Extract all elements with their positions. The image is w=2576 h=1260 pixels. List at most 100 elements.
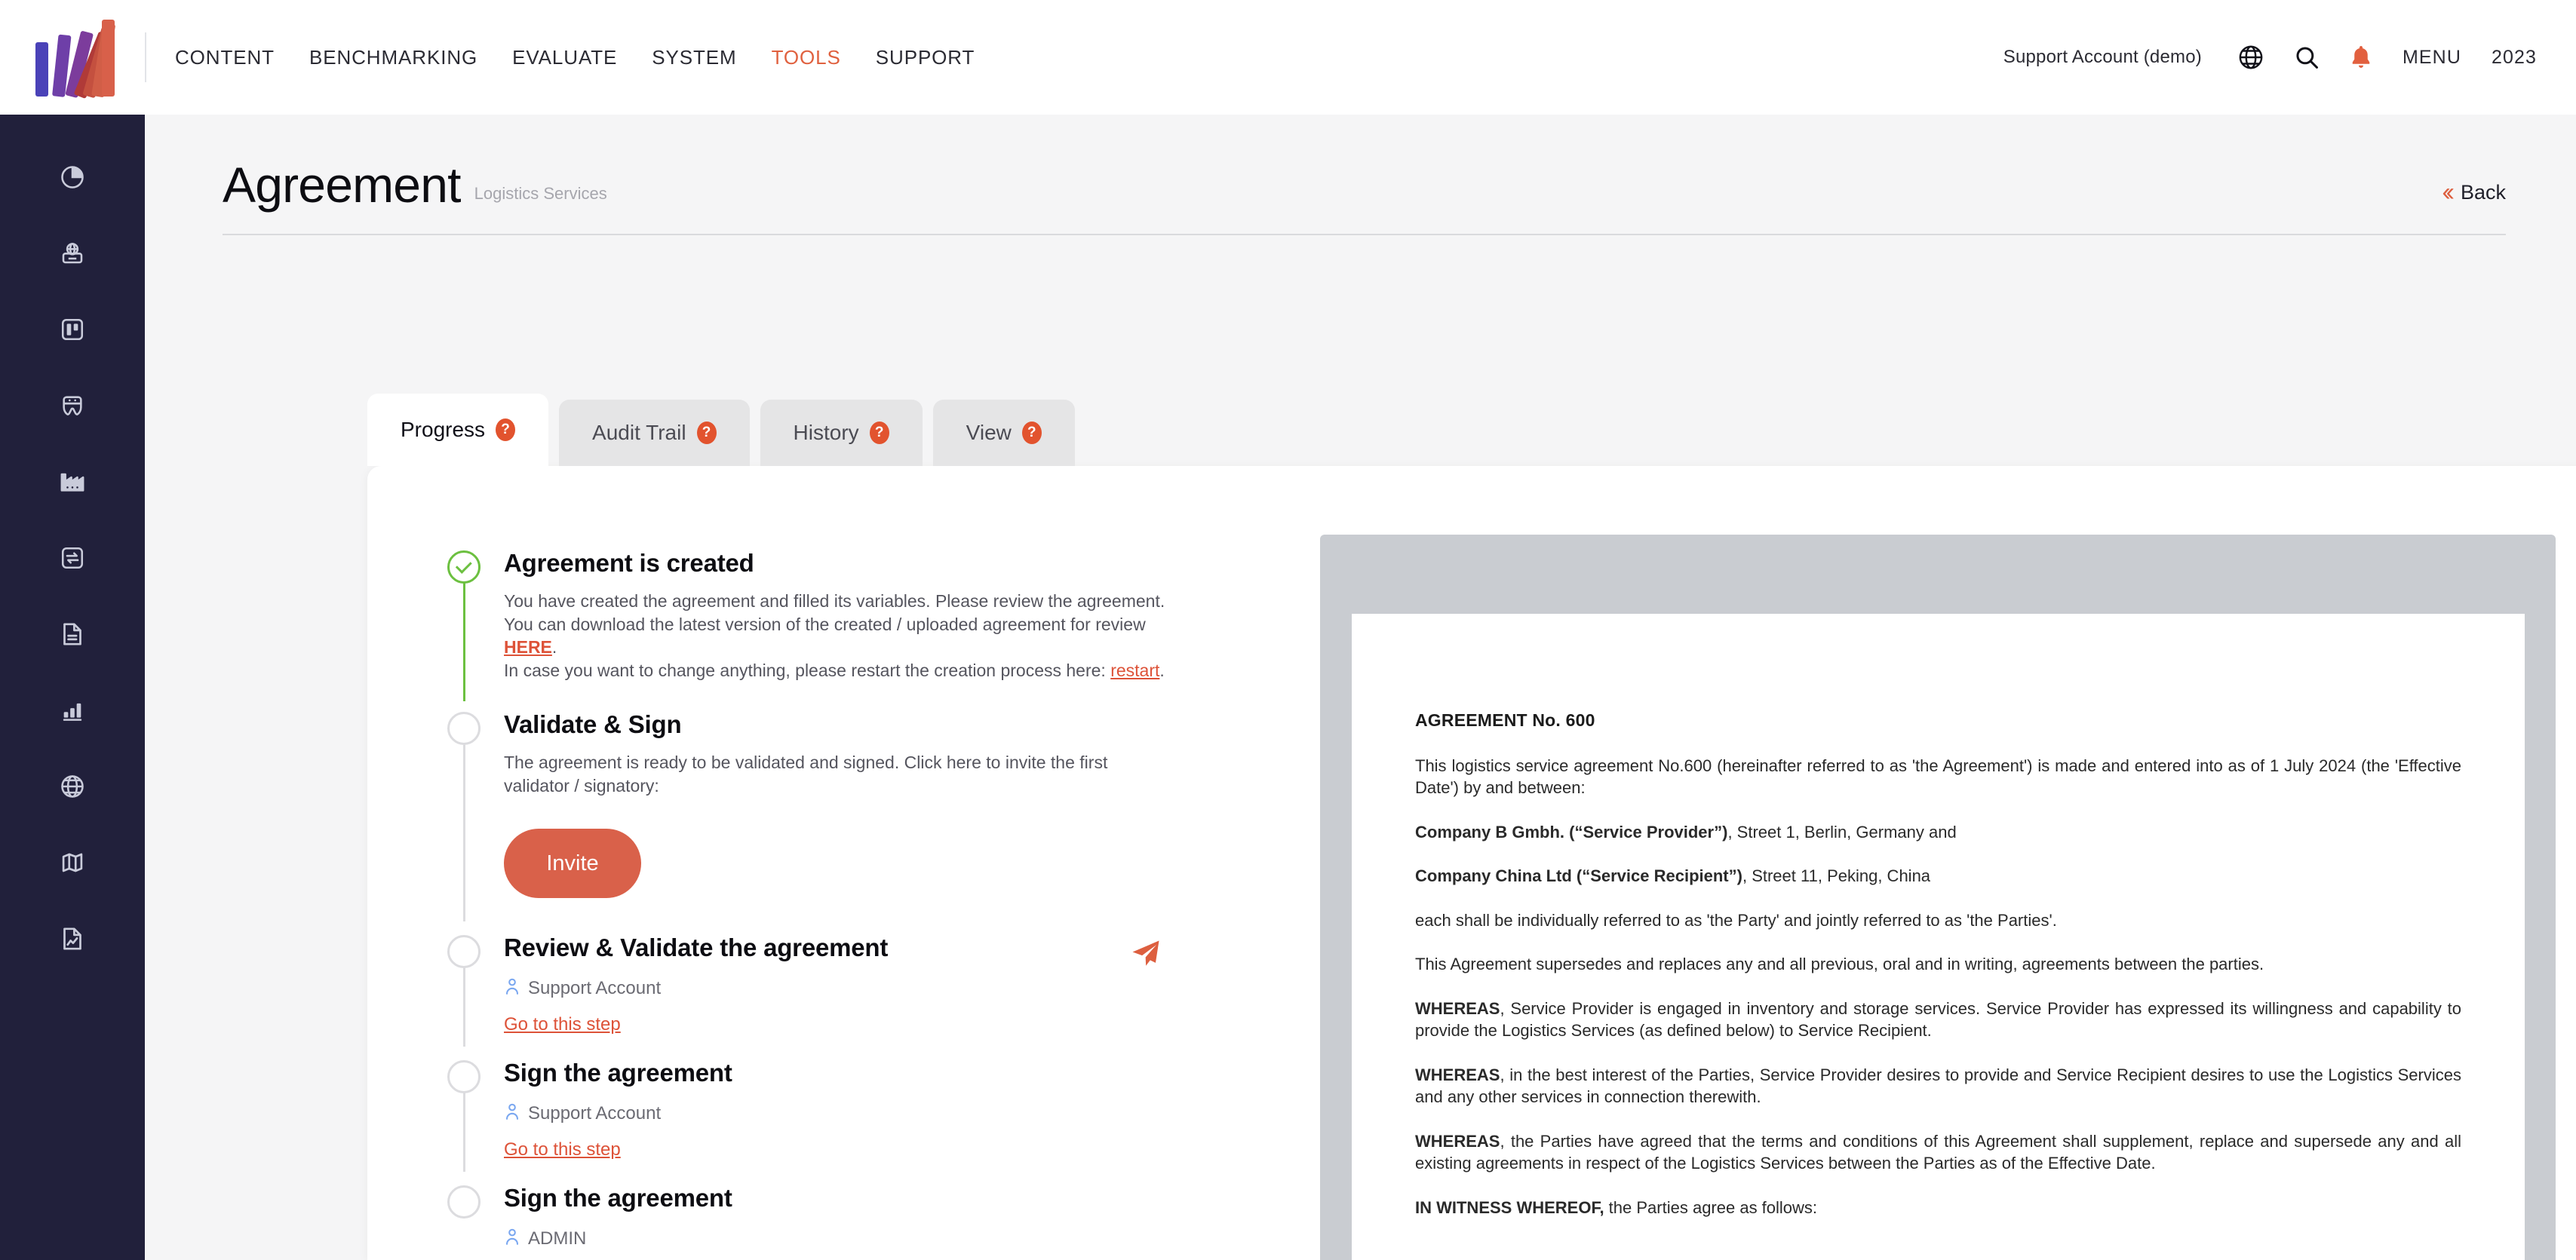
left-sidebar	[0, 115, 145, 1260]
map-icon	[59, 850, 86, 875]
step-review-validate: Review & Validate the agreement Support …	[447, 934, 1202, 1047]
double-chevron-left-icon: ‹‹	[2442, 178, 2454, 207]
sidebar-item-document[interactable]	[49, 614, 96, 655]
progress-step-list: Agreement is created You have created th…	[447, 549, 1202, 1260]
bell-icon[interactable]	[2350, 44, 2372, 70]
globe-icon	[59, 773, 86, 800]
invite-button[interactable]: Invite	[504, 829, 641, 899]
document-paragraph: WHEREAS, the Parties have agreed that th…	[1415, 1130, 2461, 1175]
header-divider	[223, 234, 2506, 235]
sidebar-item-globe[interactable]	[49, 766, 96, 807]
sidebar-item-board[interactable]	[49, 309, 96, 350]
document-viewer[interactable]: AGREEMENT No. 600 This logistics service…	[1320, 535, 2556, 1260]
year-selector[interactable]: 2023	[2492, 47, 2537, 69]
step-title: Review & Validate the agreement	[504, 934, 889, 961]
step-assignee: Support Account	[504, 1102, 1202, 1126]
sidebar-item-passport[interactable]	[49, 233, 96, 274]
nav-item-system[interactable]: SYSTEM	[652, 46, 736, 69]
nav-item-tools[interactable]: TOOLS	[772, 46, 841, 69]
step-sign-support-account: Sign the agreement Support Account Go to…	[447, 1059, 1202, 1172]
sidebar-item-map[interactable]	[49, 842, 96, 883]
sidebar-item-document-chart[interactable]	[49, 918, 96, 959]
step-assignee-name: Support Account	[528, 978, 662, 999]
step-agreement-created: Agreement is created You have created th…	[447, 549, 1202, 701]
step-connector	[463, 967, 465, 1047]
menu-button[interactable]: MENU	[2403, 47, 2461, 69]
step-description-line-3: In case you want to change anything, ple…	[504, 660, 1111, 680]
go-to-step-link[interactable]: Go to this step	[504, 1139, 621, 1160]
step-title: Sign the agreement	[504, 1184, 732, 1212]
step-title: Validate & Sign	[504, 710, 682, 738]
tab-history[interactable]: History ?	[760, 400, 923, 466]
search-icon[interactable]	[2294, 44, 2320, 70]
progress-card: Agreement is created You have created th…	[367, 466, 2576, 1260]
main-nav: CONTENT BENCHMARKING EVALUATE SYSTEM TOO…	[175, 46, 975, 69]
app-logo[interactable]	[0, 0, 145, 115]
tab-progress[interactable]: Progress ?	[367, 394, 549, 466]
sidebar-item-transfer[interactable]	[49, 538, 96, 578]
step-description: You have created the agreement and fille…	[504, 590, 1175, 682]
page-title: Agreement	[223, 157, 461, 213]
tab-view[interactable]: View ?	[932, 400, 1075, 466]
nav-item-support[interactable]: SUPPORT	[876, 46, 975, 69]
document-paragraph-text: , Street 11, Peking, China	[1742, 866, 1931, 886]
step-sign-admin: Sign the agreement ADMIN Go to this step	[447, 1184, 1202, 1260]
help-icon[interactable]: ?	[696, 422, 717, 444]
logo-bars-icon	[31, 18, 116, 100]
document-paragraph-bold: WHEREAS	[1415, 1065, 1500, 1084]
user-icon	[504, 977, 520, 1001]
page-subtitle: Logistics Services	[474, 184, 607, 203]
document-paragraph-text: , in the best interest of the Parties, S…	[1415, 1065, 2461, 1107]
document-chart-icon	[60, 925, 85, 952]
document-paragraph: WHEREAS, in the best interest of the Par…	[1415, 1064, 2461, 1108]
download-here-link[interactable]: HERE	[504, 637, 552, 657]
document-paragraph: IN WITNESS WHEREOF, the Parties agree as…	[1415, 1197, 2461, 1219]
globe-icon[interactable]	[2238, 44, 2264, 70]
transfer-icon	[60, 545, 85, 571]
step-connector	[463, 582, 465, 701]
help-icon[interactable]: ?	[1021, 422, 1042, 444]
back-button[interactable]: ‹‹ Back	[2442, 179, 2506, 205]
step-status-icon-pending	[447, 712, 481, 745]
user-icon	[504, 1102, 520, 1126]
tab-audit-trail[interactable]: Audit Trail ?	[559, 400, 750, 466]
step-description-line-2-end: .	[551, 637, 557, 658]
document-icon	[60, 621, 85, 648]
document-paragraph: WHEREAS, Service Provider is engaged in …	[1415, 998, 2461, 1042]
sidebar-item-bar-chart[interactable]	[49, 690, 96, 731]
passport-globe-icon	[59, 240, 86, 267]
document-paragraph: Company China Ltd (“Service Recipient”),…	[1415, 865, 2461, 887]
document-heading: AGREEMENT No. 600	[1415, 710, 1595, 730]
sidebar-item-factory[interactable]	[49, 461, 96, 502]
top-bar-actions: Support Account (demo) MENU 2023	[2003, 44, 2576, 70]
paper-plane-icon[interactable]	[1130, 938, 1162, 973]
step-description: The agreement is ready to be validated a…	[504, 752, 1108, 796]
sidebar-item-archive[interactable]	[49, 385, 96, 426]
step-description-line-3-end: .	[1159, 660, 1165, 680]
user-icon	[504, 1228, 520, 1251]
nav-item-content[interactable]: CONTENT	[175, 46, 275, 69]
go-to-step-link[interactable]: Go to this step	[504, 1014, 621, 1035]
step-description-line-2: You can download the latest version of t…	[504, 614, 1146, 634]
nav-divider	[145, 32, 146, 82]
tab-history-label: History	[793, 421, 859, 444]
document-paragraph-bold: WHEREAS	[1415, 1131, 1500, 1151]
document-page: AGREEMENT No. 600 This logistics service…	[1352, 614, 2525, 1260]
help-icon[interactable]: ?	[496, 418, 516, 441]
board-icon	[60, 317, 85, 342]
sidebar-item-pie-chart[interactable]	[49, 157, 96, 198]
archive-box-icon	[59, 393, 86, 418]
nav-item-evaluate[interactable]: EVALUATE	[512, 46, 617, 69]
back-button-label: Back	[2460, 180, 2506, 204]
tab-bar: Progress ? Audit Trail ? History ? View …	[367, 394, 1075, 466]
restart-link[interactable]: restart	[1110, 661, 1159, 680]
document-paragraph: This logistics service agreement No.600 …	[1415, 756, 2461, 798]
nav-item-benchmarking[interactable]: BENCHMARKING	[309, 46, 477, 69]
account-label[interactable]: Support Account (demo)	[2003, 47, 2202, 68]
help-icon[interactable]: ?	[869, 422, 889, 444]
pie-chart-icon	[59, 164, 86, 191]
tab-audit-trail-label: Audit Trail	[592, 421, 686, 444]
document-paragraph-text: the Parties agree as follows:	[1604, 1197, 1818, 1217]
factory-icon	[58, 469, 87, 495]
document-paragraph-text: , Street 1, Berlin, Germany and	[1727, 822, 1957, 842]
